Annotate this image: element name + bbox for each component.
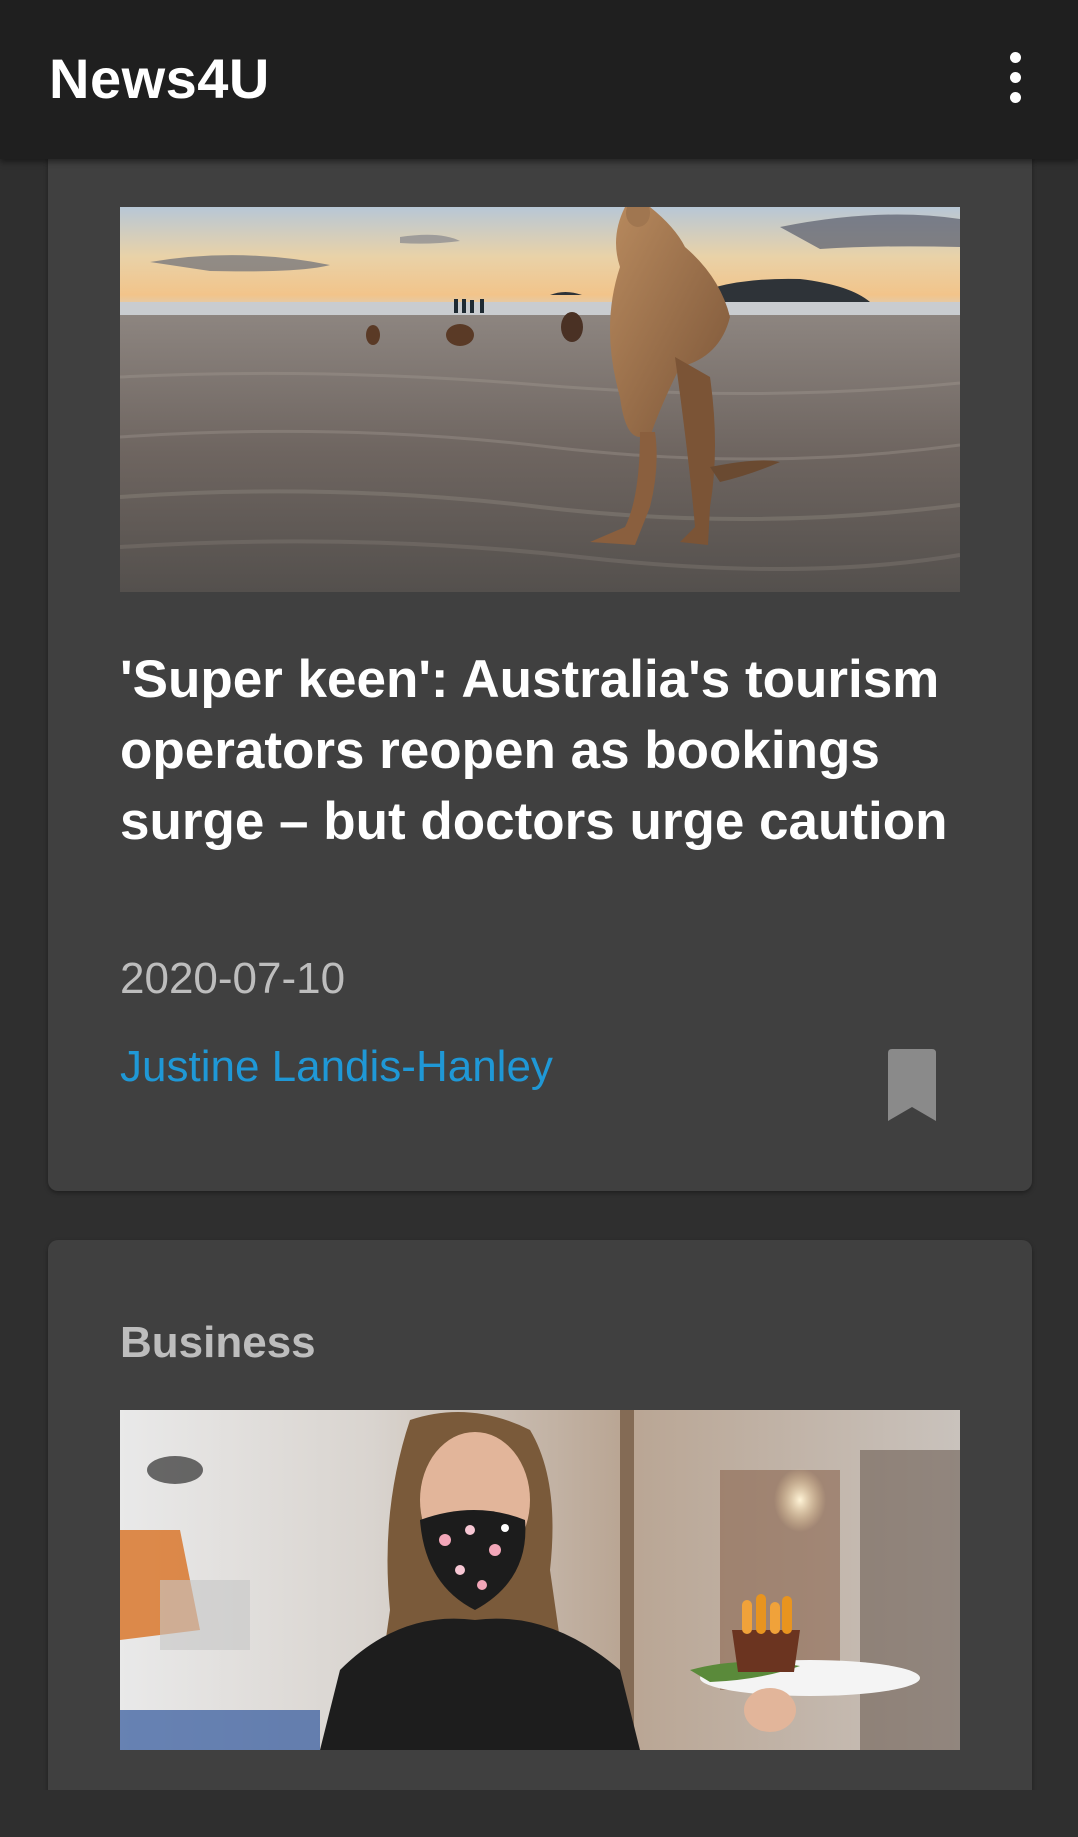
article-category: Business xyxy=(120,1318,316,1367)
kangaroo-beach-image xyxy=(120,207,960,592)
article-date: 2020-07-10 xyxy=(120,954,346,1003)
app-bar: News4U xyxy=(0,0,1078,159)
article-image[interactable] xyxy=(120,1410,960,1750)
bottom-spacer xyxy=(0,1790,1078,1837)
article-headline[interactable]: 'Super keen': Australia's tourism operat… xyxy=(120,644,980,857)
article-card[interactable]: 'Super keen': Australia's tourism operat… xyxy=(48,159,1032,1191)
app-title: News4U xyxy=(49,47,270,110)
article-card[interactable]: Business xyxy=(48,1240,1032,1790)
news-feed[interactable]: 'Super keen': Australia's tourism operat… xyxy=(0,159,1078,1790)
article-author-link[interactable]: Justine Landis-Hanley xyxy=(120,1042,553,1092)
article-image[interactable] xyxy=(120,207,960,592)
masked-waitress-image xyxy=(120,1410,960,1750)
bookmark-icon[interactable] xyxy=(884,1049,940,1121)
more-vert-icon[interactable] xyxy=(995,48,1035,108)
